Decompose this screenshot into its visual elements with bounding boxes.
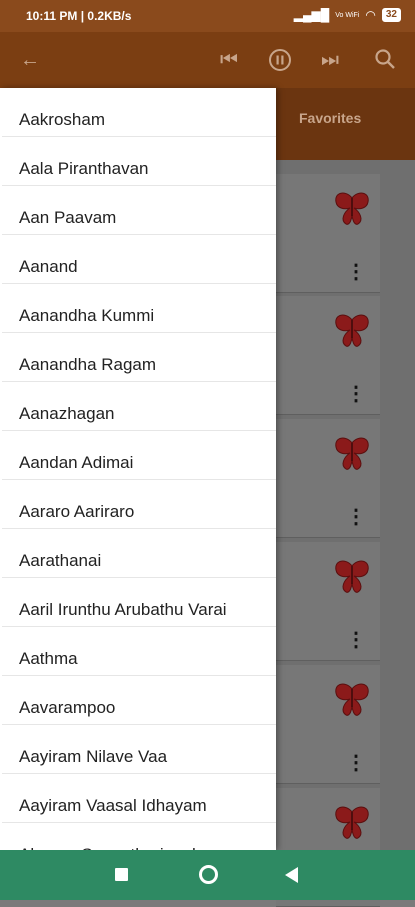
drawer-item[interactable]: Aavarampoo	[2, 676, 276, 725]
search-icon[interactable]	[373, 48, 397, 72]
butterfly-icon	[335, 560, 369, 593]
card-menu-icon[interactable]: ⋮	[346, 384, 366, 404]
home-icon[interactable]	[199, 865, 218, 884]
card-menu-icon[interactable]: ⋮	[346, 507, 366, 527]
drawer-item[interactable]: Aanand	[2, 235, 276, 284]
drawer-item[interactable]: Aayiram Vaasal Idhayam	[2, 774, 276, 823]
song-card[interactable]: ⋮	[276, 296, 380, 415]
butterfly-icon	[335, 192, 369, 225]
battery-icon: 32	[381, 8, 401, 22]
drawer-item[interactable]: Aararo Aariraro	[2, 480, 276, 529]
skip-next-icon[interactable]: ⏭	[318, 48, 342, 72]
wifi-icon: ◠	[365, 8, 376, 22]
song-card[interactable]: ⋮	[276, 542, 380, 661]
drawer-item[interactable]: Aala Piranthavan	[2, 137, 276, 186]
drawer-item[interactable]: Aayiram Nilave Vaa	[2, 725, 276, 774]
card-menu-icon[interactable]: ⋮	[346, 630, 366, 650]
card-menu-icon[interactable]: ⋮	[346, 262, 366, 282]
status-bar: 10:11 PM | 0.2KB/s ▂▄▆█ Vo WiFi ◠ 32	[0, 0, 415, 32]
drawer-item[interactable]: Aandan Adimai	[2, 431, 276, 480]
butterfly-icon	[335, 437, 369, 470]
drawer-item[interactable]: Abaaya Sangathariggal	[2, 823, 276, 850]
tab-favorites[interactable]: Favorites	[299, 110, 361, 126]
signal-icon: ▂▄▆█	[293, 8, 330, 22]
song-card[interactable]: ⋮	[276, 174, 380, 293]
drawer-item[interactable]: Aakrosham	[2, 88, 276, 137]
movie-list-drawer: Aakrosham Aala Piranthavan Aan Paavam Aa…	[0, 88, 276, 850]
butterfly-icon	[335, 806, 369, 839]
back-icon[interactable]	[285, 867, 298, 883]
drawer-item[interactable]: Aanandha Ragam	[2, 333, 276, 382]
vowifi-label: Vo WiFi	[335, 11, 360, 19]
status-icons: ▂▄▆█ Vo WiFi ◠ 32	[294, 8, 401, 22]
drawer-item[interactable]: Aaril Irunthu Arubathu Varai	[2, 578, 276, 627]
drawer-item[interactable]: Aathma	[2, 627, 276, 676]
drawer-item[interactable]: Aan Paavam	[2, 186, 276, 235]
drawer-item[interactable]: Aarathanai	[2, 529, 276, 578]
app-bar: ← ⏮ ⏭	[0, 32, 415, 88]
song-card[interactable]: ⋮	[276, 419, 380, 538]
drawer-item[interactable]: Aanazhagan	[2, 382, 276, 431]
skip-previous-icon[interactable]: ⏮	[217, 48, 241, 72]
butterfly-icon	[335, 683, 369, 716]
butterfly-icon	[335, 314, 369, 347]
song-card[interactable]: ⋮	[276, 665, 380, 784]
status-time: 10:11 PM | 0.2KB/s	[26, 9, 132, 23]
drawer-item[interactable]: Aanandha Kummi	[2, 284, 276, 333]
pause-circle-icon[interactable]	[268, 48, 292, 72]
recents-icon[interactable]	[115, 868, 128, 881]
back-arrow-icon[interactable]: ←	[18, 48, 42, 72]
card-menu-icon[interactable]: ⋮	[346, 753, 366, 773]
system-nav-bar	[0, 850, 415, 900]
